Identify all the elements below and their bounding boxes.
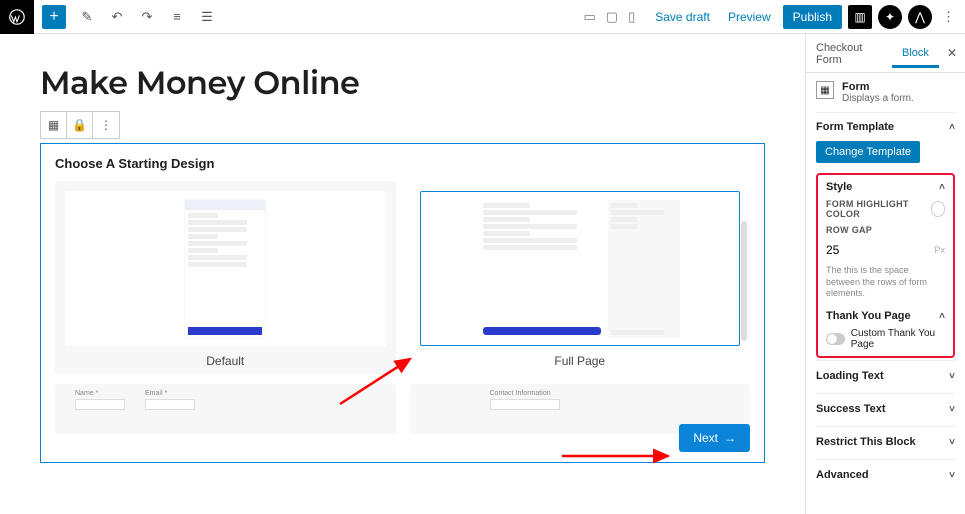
page-title[interactable]: Make Money Online — [40, 64, 765, 103]
sidebar-tabs: Checkout Form Block ✕ — [806, 34, 965, 73]
design-preview-default — [65, 191, 386, 346]
block-lock-icon[interactable]: 🔒 — [67, 112, 93, 138]
tab-checkout-form[interactable]: Checkout Form — [806, 34, 892, 72]
row-gap-label: ROW GAP — [826, 225, 945, 235]
panel-restrict-block[interactable]: Restrict This Block ˅ — [816, 426, 955, 457]
row-gap-unit: Px — [934, 245, 945, 255]
design-bottom-row: Name * Email * Contact Information — [55, 384, 750, 434]
list-view-icon[interactable]: ☰ — [198, 9, 216, 25]
wordpress-logo[interactable] — [0, 0, 34, 34]
form-highlight-color-label: FORM HIGHLIGHT COLOR — [826, 199, 931, 219]
chevron-down-icon: ˅ — [949, 404, 955, 415]
sidebar-body: ▦ Form Displays a form. Form Template ˄ … — [806, 73, 965, 498]
editor-workspace: Make Money Online ▦ 🔒 ⋮ Choose A Startin… — [0, 34, 965, 514]
publish-button[interactable]: Publish — [783, 5, 842, 29]
chevron-down-icon: ˅ — [949, 437, 955, 448]
device-preview-icons: ▭ ▢ ▯ — [584, 9, 636, 25]
toolbar-right-group: ▭ ▢ ▯ Save draft Preview Publish ▥ ✦ ⋀ ⋮ — [584, 5, 965, 29]
settings-sidebar: Checkout Form Block ✕ ▦ Form Displays a … — [805, 34, 965, 514]
panel-title-style: Style — [826, 181, 852, 193]
design-option-default[interactable]: Default — [55, 181, 396, 374]
form-highlight-color-swatch[interactable] — [931, 201, 945, 217]
editor-tool-icons: ✎ ↶ ↷ ≡ ☰ — [78, 9, 216, 25]
panel-title-form-template: Form Template — [816, 121, 894, 133]
highlighted-panels: Style ˄ FORM HIGHLIGHT COLOR ROW GAP Px … — [816, 173, 955, 358]
panel-title-success-text: Success Text — [816, 403, 886, 415]
form-block-icon: ▦ — [816, 81, 834, 99]
chevron-up-icon: ˄ — [949, 122, 955, 133]
block-description-row: ▦ Form Displays a form. — [816, 81, 955, 104]
block-desc-label: Displays a form. — [842, 93, 914, 104]
panel-header-form-template[interactable]: Form Template ˄ — [816, 121, 955, 133]
next-button[interactable]: Next → — [679, 424, 750, 452]
undo-icon[interactable]: ↶ — [108, 9, 126, 25]
mini-form-full-page — [480, 200, 680, 338]
panel-title-loading-text: Loading Text — [816, 370, 884, 382]
toolbar-left-group: + ✎ ↶ ↷ ≡ ☰ — [0, 0, 216, 33]
form-block-container: Choose A Starting Design — [40, 143, 765, 463]
chevron-down-icon: ˅ — [949, 470, 955, 481]
design-label-full-page: Full Page — [554, 354, 605, 368]
chevron-down-icon: ˅ — [949, 371, 955, 382]
change-template-button[interactable]: Change Template — [816, 141, 920, 163]
panel-title-advanced: Advanced — [816, 469, 869, 481]
mini-form-default — [185, 200, 265, 338]
tablet-preview-icon[interactable]: ▢ — [606, 9, 618, 25]
chevron-up-icon: ˄ — [939, 311, 945, 322]
plugin-icon-1[interactable]: ✦ — [878, 5, 902, 29]
desktop-preview-icon[interactable]: ▭ — [584, 9, 596, 25]
close-sidebar-icon[interactable]: ✕ — [939, 40, 965, 66]
custom-thank-you-label: Custom Thank You Page — [851, 328, 945, 350]
panel-form-template: Form Template ˄ Change Template — [816, 112, 955, 171]
document-outline-icon[interactable]: ≡ — [168, 9, 186, 24]
panel-title-restrict: Restrict This Block — [816, 436, 916, 448]
block-more-icon[interactable]: ⋮ — [93, 112, 119, 138]
row-gap-input[interactable] — [826, 241, 934, 259]
mobile-preview-icon[interactable]: ▯ — [628, 9, 635, 25]
panel-header-style[interactable]: Style ˄ — [826, 181, 945, 193]
choose-design-heading: Choose A Starting Design — [55, 156, 750, 171]
panel-success-text[interactable]: Success Text ˅ — [816, 393, 955, 424]
add-block-button[interactable]: + — [42, 5, 66, 29]
editor-top-toolbar: + ✎ ↶ ↷ ≡ ☰ ▭ ▢ ▯ Save draft Preview Pub… — [0, 0, 965, 34]
scrollbar-track[interactable] — [741, 221, 747, 341]
custom-thank-you-toggle[interactable] — [826, 333, 845, 345]
plugin-icon-2[interactable]: ⋀ — [908, 5, 932, 29]
tab-block[interactable]: Block — [892, 39, 939, 68]
wordpress-icon — [9, 9, 25, 25]
custom-thank-you-toggle-row: Custom Thank You Page — [826, 328, 945, 350]
arrow-right-icon: → — [724, 431, 736, 445]
design-option-full-page[interactable]: Full Page — [410, 181, 751, 374]
preview-button[interactable]: Preview — [722, 6, 777, 28]
panel-advanced[interactable]: Advanced ˅ — [816, 459, 955, 490]
design-preview-full-page — [420, 191, 741, 346]
chevron-up-icon: ˄ — [939, 182, 945, 193]
settings-sidebar-toggle[interactable]: ▥ — [848, 5, 872, 29]
design-option-3[interactable]: Name * Email * — [55, 384, 396, 434]
block-type-icon[interactable]: ▦ — [41, 112, 67, 138]
next-button-label: Next — [693, 431, 718, 445]
panel-header-thank-you[interactable]: Thank You Page ˄ — [826, 310, 945, 322]
redo-icon[interactable]: ↷ — [138, 9, 156, 25]
panel-title-thank-you: Thank You Page — [826, 310, 911, 322]
panel-loading-text[interactable]: Loading Text ˅ — [816, 360, 955, 391]
save-draft-button[interactable]: Save draft — [649, 6, 716, 28]
design-label-default: Default — [206, 354, 244, 368]
edit-mode-icon[interactable]: ✎ — [78, 9, 96, 25]
more-options-icon[interactable]: ⋮ — [938, 9, 959, 25]
block-name-label: Form — [842, 81, 914, 93]
design-options-grid: Default — [55, 181, 750, 374]
block-floating-toolbar: ▦ 🔒 ⋮ — [40, 111, 120, 139]
editor-canvas: Make Money Online ▦ 🔒 ⋮ Choose A Startin… — [0, 34, 805, 514]
row-gap-helper-text: The this is the space between the rows o… — [826, 265, 945, 300]
